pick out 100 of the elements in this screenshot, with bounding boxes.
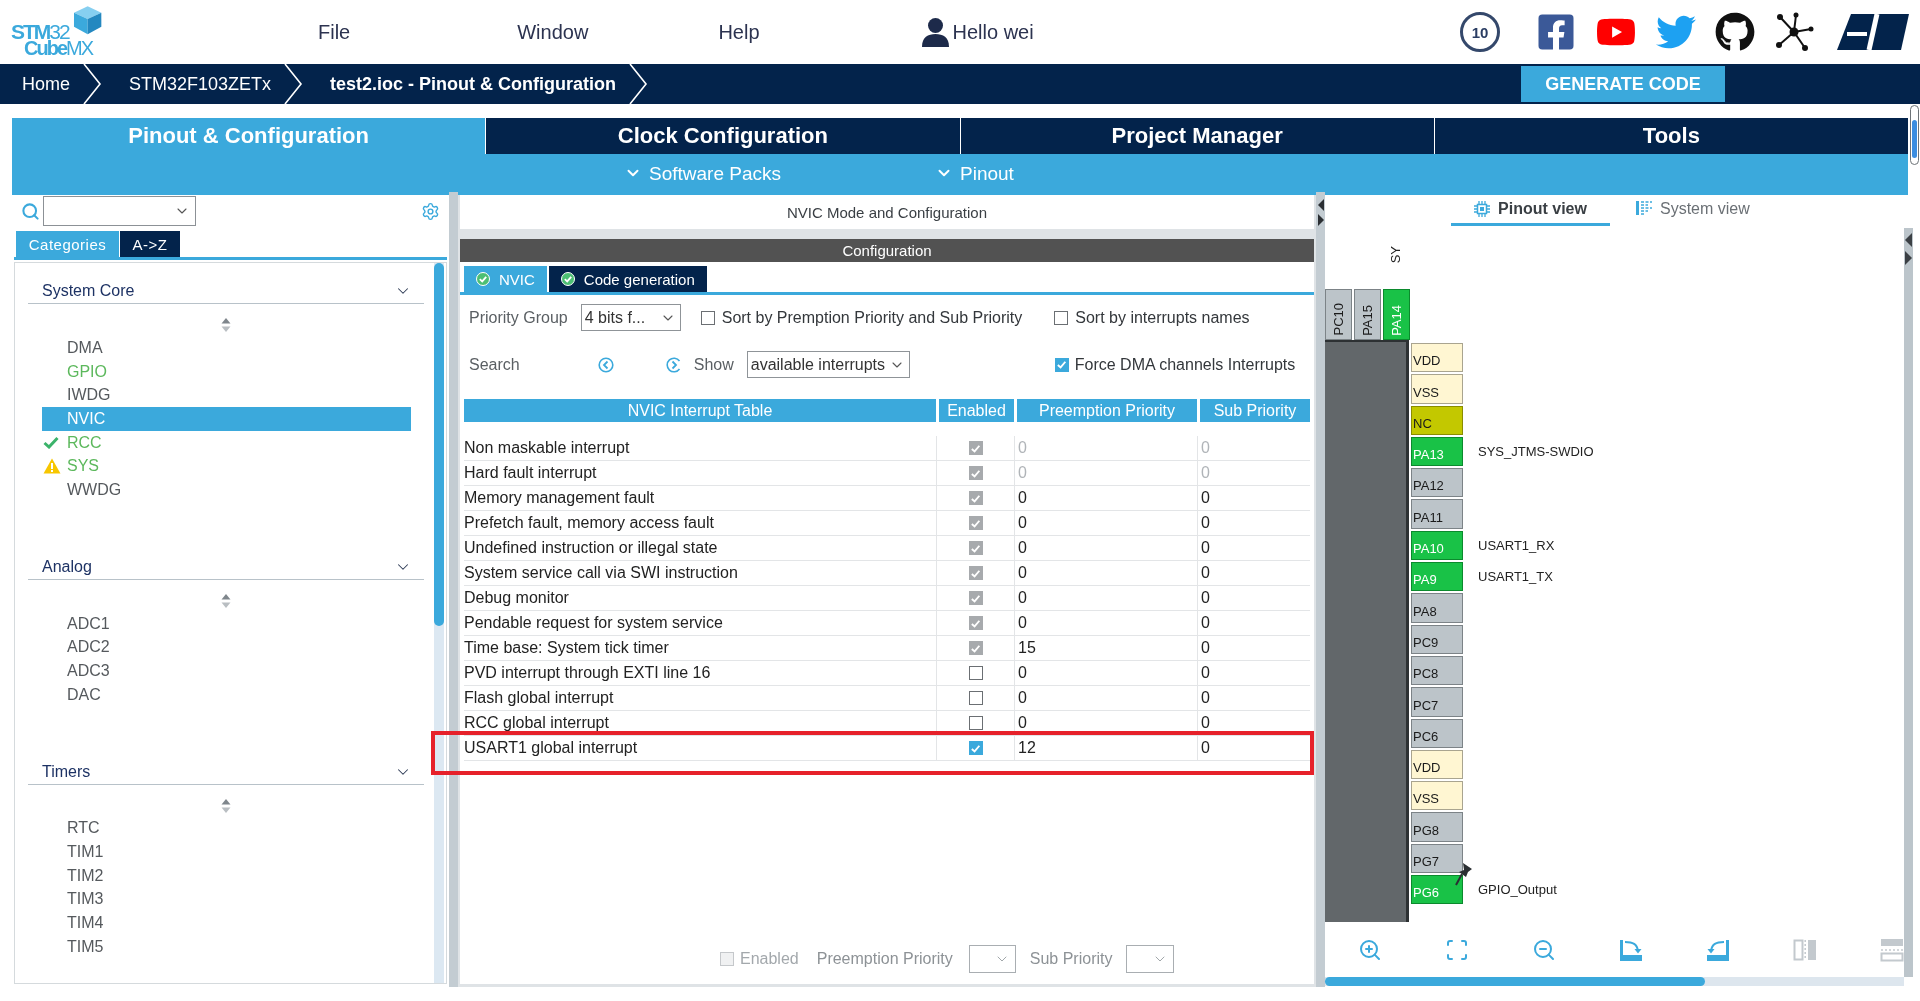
sub-priority-dropdown[interactable] [1126, 945, 1175, 973]
preemption-priority-cell[interactable]: 15 [1015, 636, 1198, 660]
preemption-priority-cell[interactable]: 0 [1015, 661, 1198, 685]
chip-pin[interactable]: PC10 [1325, 289, 1352, 340]
chip-pin[interactable]: PA8 [1411, 593, 1463, 623]
facebook-icon[interactable] [1536, 12, 1576, 52]
zoom-in-icon[interactable] [1358, 937, 1382, 962]
sub-priority-cell[interactable]: 0 [1198, 611, 1310, 635]
chip-pin[interactable]: PC6 [1411, 718, 1463, 748]
sort-checkbox[interactable] [700, 310, 715, 325]
chip-pin[interactable]: NC [1411, 405, 1463, 435]
checkbox-label: Enabled [740, 951, 799, 967]
chip-pin[interactable]: PA12 [1411, 468, 1463, 498]
horizontal-scrollbar[interactable] [1325, 977, 1904, 986]
sub-priority-cell[interactable]: 0 [1198, 586, 1310, 610]
sort-arrows-icon[interactable] [221, 797, 231, 814]
chip-pin[interactable]: PC8 [1411, 655, 1463, 686]
chip-pin[interactable]: PA11 [1411, 499, 1463, 529]
pin-signal-label: GPIO_Output [1478, 883, 1557, 897]
scroll-arrows-icon[interactable] [1904, 231, 1913, 267]
collapse-arrows-icon[interactable] [1316, 198, 1325, 228]
breadcrumb-link[interactable]: Home [22, 75, 70, 93]
user-icon [920, 17, 950, 47]
zoom-out-icon[interactable] [1532, 937, 1556, 962]
vertical-scrollbar[interactable] [434, 263, 444, 983]
sub-priority-cell[interactable]: 0 [1198, 711, 1310, 735]
sub-priority-cell[interactable]: 0 [1198, 486, 1310, 510]
preemption-priority-cell[interactable]: 0 [1015, 611, 1198, 635]
view-tab[interactable]: System view [1636, 195, 1750, 226]
main-tab[interactable]: Tools [1433, 118, 1908, 154]
github-icon[interactable] [1715, 12, 1755, 52]
sub-priority-cell[interactable]: 0 [1198, 536, 1310, 560]
chip-pin[interactable]: PG7 [1411, 843, 1463, 874]
main-tab[interactable]: Clock Configuration [485, 118, 960, 154]
enabled-checkbox[interactable] [968, 666, 983, 680]
preemption-priority-cell[interactable]: 0 [1015, 511, 1198, 535]
circle-right-icon[interactable] [665, 356, 682, 373]
column-header: Enabled [939, 399, 1014, 422]
preemption-priority-cell[interactable]: 0 [1015, 561, 1198, 585]
preemption-priority-cell[interactable]: 12 [1015, 736, 1198, 760]
preemption-priority-cell[interactable]: 0 [1015, 486, 1198, 510]
sort-checkbox[interactable] [1054, 310, 1069, 325]
config-tab[interactable]: Code generation [548, 266, 707, 292]
rotate-left-icon[interactable] [1706, 937, 1730, 962]
breadcrumb-link[interactable]: test2.ioc - Pinout & Configuration [330, 75, 617, 93]
enabled-checkbox[interactable] [968, 691, 983, 705]
chip-pin[interactable]: VDD [1411, 749, 1463, 780]
sub-priority-cell[interactable]: 0 [1198, 511, 1310, 535]
page-scrollbar[interactable] [1909, 105, 1919, 165]
sub-priority-cell[interactable]: 0 [1198, 561, 1310, 585]
chip-pin[interactable]: VSS [1411, 374, 1463, 404]
show-dropdown[interactable]: available interrupts [746, 351, 910, 378]
category-title[interactable]: System Core [42, 283, 135, 299]
chip-icon [1474, 201, 1491, 217]
vertical-scrollbar[interactable] [1904, 228, 1913, 977]
sub-priority-cell[interactable]: 0 [1198, 686, 1310, 710]
preemption-priority-cell[interactable]: 0 [1015, 711, 1198, 735]
view-tab[interactable]: A->Z [120, 231, 180, 257]
chip-pin[interactable]: PG8 [1411, 812, 1463, 842]
user-greeting: Hello wei [952, 22, 1034, 42]
sort-arrows-icon[interactable] [221, 317, 231, 333]
menu-item[interactable]: File [318, 22, 351, 42]
chip-pin[interactable]: PC7 [1411, 687, 1463, 717]
enabled-checkbox[interactable] [968, 741, 983, 755]
preemption-priority-cell[interactable]: 0 [1015, 586, 1198, 610]
interrupt-name-cell: RCC global interrupt [464, 711, 937, 735]
sub-priority-cell[interactable]: 0 [1198, 661, 1310, 685]
interrupt-name-cell: System service call via SWI instruction [464, 561, 937, 585]
sub-priority-cell[interactable]: 0 [1198, 736, 1310, 760]
chip-pin[interactable]: PC9 [1411, 624, 1463, 654]
main-tab[interactable]: Project Manager [959, 118, 1434, 154]
preemption-priority-cell[interactable]: 0 [1015, 536, 1198, 560]
category-title[interactable]: Timers [42, 763, 91, 780]
rotate-right-icon[interactable] [1619, 937, 1643, 962]
pin-signal-label: USART1_RX [1478, 538, 1555, 552]
chip-pin[interactable]: PA15 [1354, 289, 1381, 340]
pin-signal-label: SYS_JTMS-SWDIO [1478, 445, 1594, 459]
breadcrumb-link[interactable]: STM32F103ZETx [129, 75, 272, 93]
menu-item[interactable]: Help [718, 22, 760, 42]
sub-priority-cell[interactable]: 0 [1198, 636, 1310, 660]
sort-arrows-icon[interactable] [221, 592, 231, 609]
category-title[interactable]: Analog [42, 558, 92, 575]
force-dma-checkbox[interactable] [1054, 357, 1069, 372]
menu-item[interactable]: Window [517, 22, 589, 42]
circle-left-icon[interactable] [597, 356, 614, 373]
preemption-priority-cell[interactable]: 0 [1015, 686, 1198, 710]
view-tab[interactable]: Pinout view [1451, 195, 1610, 226]
priority-group-dropdown[interactable]: 4 bits f... [580, 304, 681, 331]
preemption-dropdown[interactable] [968, 945, 1016, 973]
settings-icon[interactable] [421, 201, 440, 221]
chip-pin[interactable]: VSS [1411, 781, 1463, 811]
chevron-separator-icon [283, 64, 304, 104]
fit-screen-icon[interactable] [1445, 937, 1469, 962]
network-icon[interactable] [1774, 12, 1814, 52]
enabled-checkbox[interactable] [968, 716, 983, 730]
search-combo[interactable] [43, 196, 196, 226]
search-icon[interactable] [21, 201, 40, 221]
interrupt-name-cell: Undefined instruction or illegal state [464, 536, 937, 560]
interrupt-name-cell: Flash global interrupt [464, 686, 937, 710]
chip-pin[interactable]: VDD [1411, 343, 1463, 373]
